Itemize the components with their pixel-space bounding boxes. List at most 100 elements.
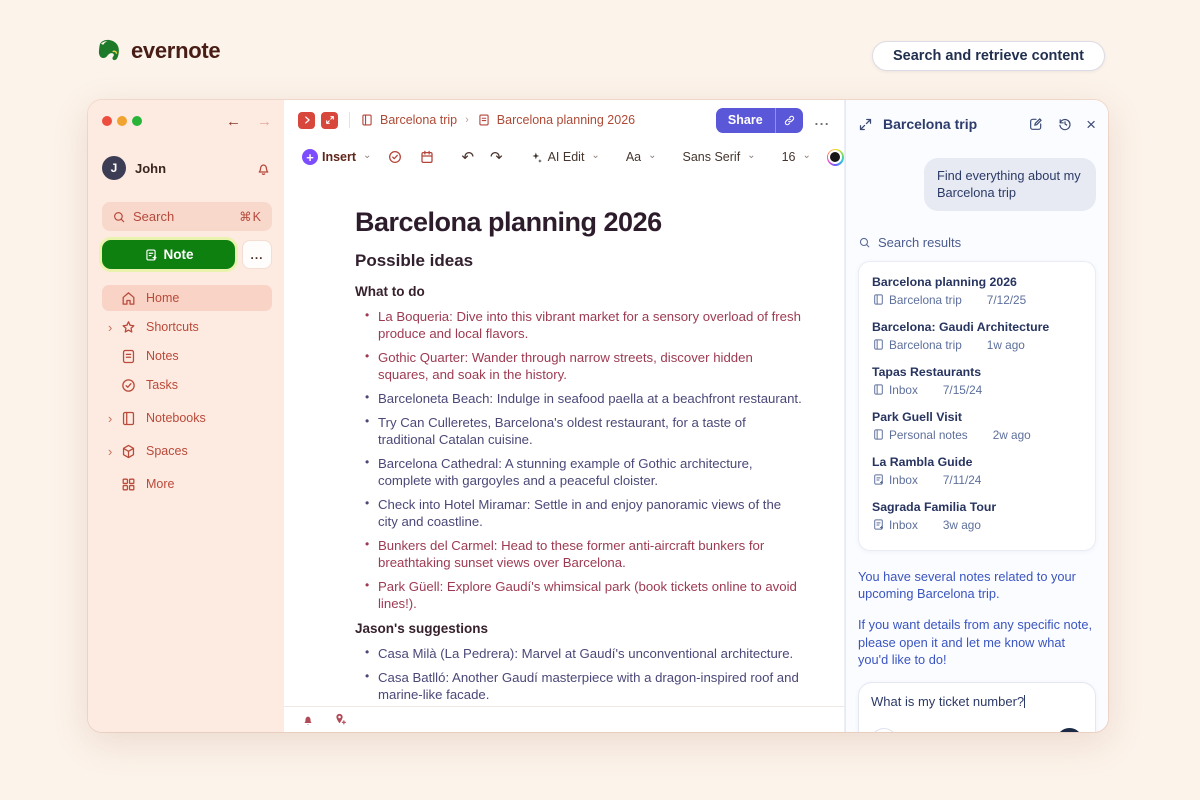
send-button[interactable]: ↑ — [1056, 728, 1083, 732]
zoom-window-dot[interactable] — [132, 116, 142, 126]
bullet-item[interactable]: Check into Hotel Miramar: Settle in and … — [378, 496, 804, 531]
search-retrieve-button[interactable]: Search and retrieve content — [872, 41, 1105, 71]
bullet-item[interactable]: Bunkers del Carmel: Head to these former… — [378, 537, 804, 572]
window-controls: ← → — [102, 112, 272, 130]
forward-arrow-icon[interactable]: → — [257, 113, 272, 130]
sidebar-nav-item[interactable]: › Notes — [102, 343, 272, 369]
insert-label: Insert — [322, 150, 356, 164]
sidebar-nav-item[interactable]: › More — [102, 471, 272, 497]
note-plus-icon — [872, 473, 885, 486]
result-meta: Inbox 3w ago — [872, 518, 1082, 532]
close-window-dot[interactable] — [102, 116, 112, 126]
insert-calendar-button[interactable] — [413, 144, 441, 170]
search-result-item[interactable]: Park Guell Visit Personal notes 2w ago — [872, 410, 1082, 442]
history-icon[interactable] — [1057, 116, 1073, 132]
note-title[interactable]: Barcelona planning 2026 — [355, 207, 804, 238]
bullet-item[interactable]: Barceloneta Beach: Indulge in seafood pa… — [378, 390, 804, 407]
result-title[interactable]: Barcelona planning 2026 — [872, 275, 1082, 289]
share-button[interactable]: Share — [716, 108, 803, 133]
chat-input-card: What is my ticket number? + ↑ — [858, 682, 1096, 732]
insert-task-button[interactable] — [381, 144, 409, 170]
search-result-item[interactable]: La Rambla Guide Inbox 7/11/24 — [872, 455, 1082, 487]
note-content[interactable]: Barcelona planning 2026 Possible ideas W… — [284, 174, 844, 706]
nav-item-label: Shortcuts — [146, 320, 199, 334]
result-meta: Personal notes 2w ago — [872, 428, 1082, 442]
bullet-item[interactable]: Casa Milà (La Pedrera): Marvel at Gaudí'… — [378, 645, 804, 662]
bullet-item[interactable]: Park Güell: Explore Gaudí's whimsical pa… — [378, 578, 804, 613]
ai-edit-dropdown[interactable]: AI Edit — [523, 144, 606, 170]
result-title[interactable]: La Rambla Guide — [872, 455, 1082, 469]
note-actions-row: Note ... — [102, 240, 272, 269]
assistant-panel: Barcelona trip × Find everything about m… — [845, 100, 1108, 732]
note-heading[interactable]: Possible ideas — [355, 251, 804, 271]
copy-link-icon[interactable] — [775, 108, 803, 133]
breadcrumb-separator: › — [465, 114, 469, 126]
sidebar-nav-item[interactable]: › Spaces — [102, 438, 272, 464]
result-title[interactable]: Park Guell Visit — [872, 410, 1082, 424]
search-result-item[interactable]: Barcelona planning 2026 Barcelona trip 7… — [872, 275, 1082, 307]
top-bar: evernote Search and retrieve content — [0, 0, 1200, 100]
notebook-icon — [872, 383, 885, 396]
close-panel-icon[interactable]: × — [1086, 116, 1096, 133]
insert-dropdown[interactable]: + Insert — [296, 144, 377, 170]
result-title[interactable]: Sagrada Familia Tour — [872, 500, 1082, 514]
expand-panel-icon[interactable] — [858, 117, 873, 132]
attach-plus-button[interactable]: + — [871, 728, 897, 732]
bullet-item[interactable]: Casa Batlló: Another Gaudí masterpiece w… — [378, 669, 804, 704]
pen-add-icon[interactable] — [332, 712, 347, 727]
sidebar-nav-item[interactable]: › Home — [102, 285, 272, 311]
redo-button[interactable]: ↷ — [484, 144, 509, 170]
sidebar-nav-item[interactable]: › Tasks — [102, 372, 272, 398]
search-result-item[interactable]: Sagrada Familia Tour Inbox 3w ago — [872, 500, 1082, 532]
sidebar-search-input[interactable]: Search ⌘K — [102, 202, 272, 231]
chevron-right-icon[interactable]: › — [108, 320, 120, 335]
bullet-list-jasons-suggestions: Casa Milà (La Pedrera): Marvel at Gaudí'… — [355, 645, 804, 706]
sidebar-nav-item[interactable]: › Notebooks — [102, 405, 272, 431]
search-results-card: Barcelona planning 2026 Barcelona trip 7… — [858, 261, 1096, 551]
assistant-header: Barcelona trip × — [858, 111, 1096, 137]
avatar[interactable]: J — [102, 156, 126, 180]
new-note-button[interactable]: Note — [102, 240, 235, 269]
bullet-item[interactable]: Try Can Culleretes, Barcelona's oldest r… — [378, 414, 804, 449]
minimize-window-dot[interactable] — [117, 116, 127, 126]
result-meta: Inbox 7/11/24 — [872, 473, 1082, 487]
chevron-right-icon[interactable]: › — [108, 444, 120, 459]
font-size-dropdown[interactable]: 16 — [776, 144, 817, 170]
user-row[interactable]: J John — [102, 156, 272, 180]
chat-input[interactable]: What is my ticket number? — [871, 694, 1083, 712]
note-more-button[interactable]: ... — [242, 240, 272, 269]
bullet-item[interactable]: Gothic Quarter: Wander through narrow st… — [378, 349, 804, 384]
result-title[interactable]: Tapas Restaurants — [872, 365, 1082, 379]
chevron-right-icon[interactable]: › — [108, 411, 120, 426]
bullet-item[interactable]: Barcelona Cathedral: A stunning example … — [378, 455, 804, 490]
bullet-item[interactable]: La Boqueria: Dive into this vibrant mark… — [378, 308, 804, 343]
user-name: John — [135, 161, 166, 176]
text-style-dropdown[interactable]: Aa — [620, 144, 663, 170]
undo-button[interactable]: ↶ — [455, 144, 480, 170]
font-family-dropdown[interactable]: Sans Serif — [677, 144, 762, 170]
result-title[interactable]: Barcelona: Gaudi Architecture — [872, 320, 1082, 334]
expand-note-icon[interactable] — [321, 112, 338, 129]
back-arrow-icon[interactable]: ← — [226, 113, 241, 130]
result-date: 7/15/24 — [943, 383, 982, 397]
spaces-icon — [120, 443, 137, 460]
reminder-bell-icon[interactable] — [300, 712, 316, 728]
note-subheading[interactable]: Jason's suggestions — [355, 621, 804, 636]
sidebar-nav-item[interactable]: › Shortcuts — [102, 314, 272, 340]
note-icon — [120, 348, 137, 365]
search-result-item[interactable]: Barcelona: Gaudi Architecture Barcelona … — [872, 320, 1082, 352]
history-arrows: ← → — [226, 113, 272, 130]
more-grid-icon — [120, 476, 137, 493]
notifications-bell-icon[interactable] — [255, 160, 272, 177]
breadcrumb-note[interactable]: Barcelona planning 2026 — [497, 113, 635, 127]
notebook-icon — [872, 293, 885, 306]
new-chat-icon[interactable] — [1028, 116, 1044, 132]
star-icon — [120, 319, 137, 336]
nav-item-label: Notebooks — [146, 411, 206, 425]
divider — [349, 112, 350, 128]
editor-more-button[interactable]: ... — [815, 113, 830, 128]
note-subheading[interactable]: What to do — [355, 284, 804, 299]
breadcrumb-notebook[interactable]: Barcelona trip — [380, 113, 457, 127]
search-result-item[interactable]: Tapas Restaurants Inbox 7/15/24 — [872, 365, 1082, 397]
collapse-sidebar-icon[interactable] — [298, 112, 315, 129]
